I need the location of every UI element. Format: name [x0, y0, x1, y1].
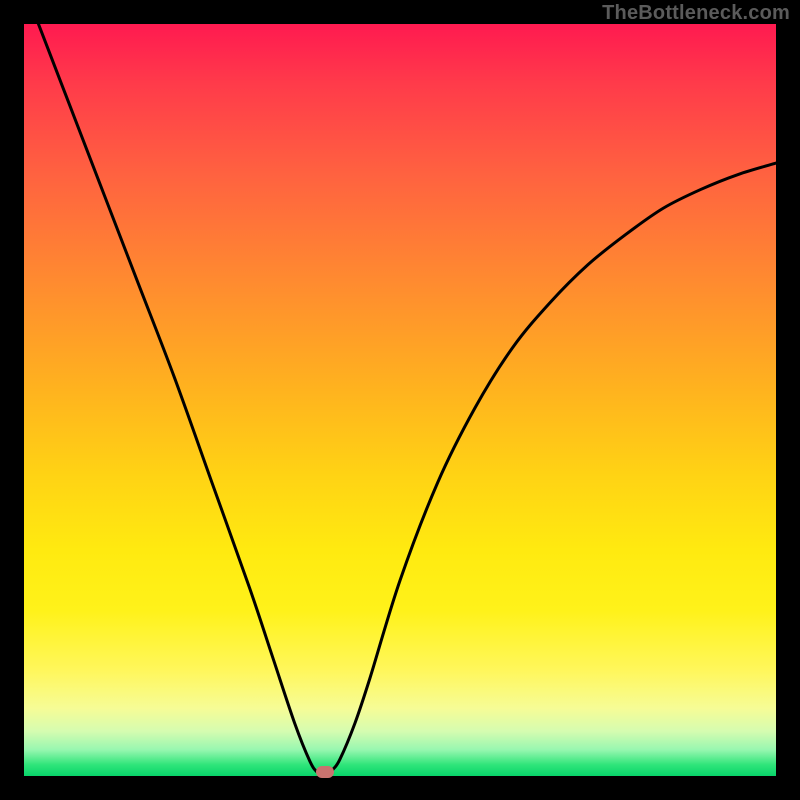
bottleneck-curve — [24, 24, 776, 776]
chart-frame: TheBottleneck.com — [0, 0, 800, 800]
plot-area — [24, 24, 776, 776]
watermark-text: TheBottleneck.com — [602, 2, 790, 25]
optimum-marker — [316, 766, 334, 778]
